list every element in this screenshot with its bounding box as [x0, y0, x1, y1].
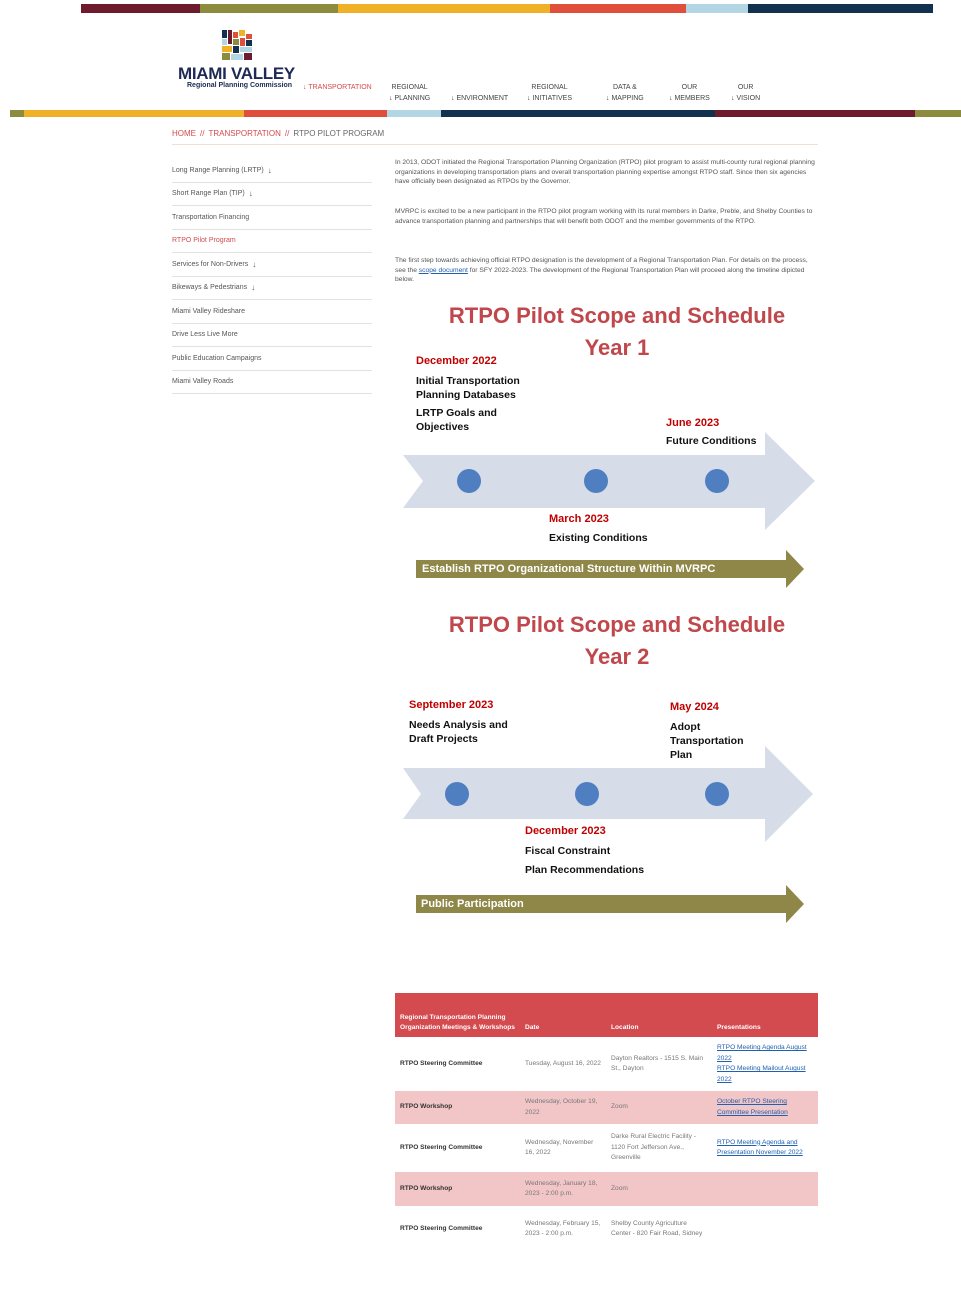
breadcrumb-separator: // [284, 129, 290, 138]
year1-milestone2-date: March 2023 [549, 513, 609, 525]
sidebar-item-lrtp[interactable]: Long Range Planning (LRTP) ↓ [172, 159, 372, 183]
year1-banner-text: Establish RTPO Organizational Structure … [422, 563, 716, 575]
row-date: Wednesday, October 19, 2022 [520, 1091, 606, 1124]
nav-regional-initiatives[interactable]: REGIONAL ↓ INITIATIVES [527, 82, 572, 104]
row-location: Darke Rural Electric Facility - 1120 For… [611, 1133, 697, 1162]
table-header-row: Regional Transportation Planning Organiz… [395, 993, 818, 1037]
row-name: RTPO Workshop [395, 1091, 520, 1124]
year2-milestone2-text2: Plan Recommendations [525, 864, 645, 876]
header-color-bar [10, 110, 961, 117]
presentation-link[interactable]: RTPO Meeting Mailout August 2022 [717, 1064, 813, 1085]
sidebar-item-non-drivers[interactable]: Services for Non-Drivers ↓ [172, 253, 372, 277]
year2-milestone3-date: May 2024 [670, 701, 719, 713]
row-date: Wednesday, February 15, 2023 - 2:00 p.m. [525, 1219, 601, 1238]
row-date: Tuesday, August 16, 2022 [525, 1059, 601, 1067]
breadcrumb-transportation[interactable]: TRANSPORTATION [208, 129, 280, 138]
expand-arrow-icon[interactable]: ↓ [249, 189, 253, 198]
year2-timeline-arrow [403, 746, 813, 842]
timeline-dot [445, 782, 469, 806]
timeline-dot [705, 469, 729, 493]
row-name: RTPO Steering Committee [400, 1143, 483, 1151]
year2-milestone2-text: Fiscal Constraint [525, 845, 611, 857]
year1-milestone2-text: Existing Conditions [549, 532, 648, 544]
nav-data-mapping[interactable]: DATA & ↓ MAPPING [606, 82, 644, 104]
header-location: Location [606, 993, 712, 1037]
timeline-dot [457, 469, 481, 493]
year1-milestone1-date: December 2022 [416, 355, 497, 367]
year2-milestone2-date: December 2023 [525, 825, 606, 837]
sidebar-item-drive-less[interactable]: Drive Less Live More [172, 324, 372, 347]
breadcrumb-current: RTPO PILOT PROGRAM [293, 129, 385, 138]
table-row: RTPO Steering Committee Tuesday, August … [395, 1037, 818, 1091]
nav-transportation[interactable]: ↓ TRANSPORTATION [303, 82, 372, 93]
table-row: RTPO Workshop Wednesday, January 18, 202… [395, 1172, 818, 1206]
year1-timeline-arrow [403, 432, 815, 530]
presentation-link[interactable]: October RTPO Steering Committee Presenta… [717, 1097, 813, 1118]
sidebar-item-rideshare[interactable]: Miami Valley Rideshare [172, 300, 372, 324]
row-date: Wednesday, November 16, 2022 [525, 1138, 594, 1157]
row-presentations: RTPO Meeting Agenda and Presentation Nov… [712, 1124, 818, 1172]
nav-our-members[interactable]: OUR ↓ MEMBERS [669, 82, 710, 104]
timeline-dot [584, 469, 608, 493]
row-location: Zoom [606, 1091, 712, 1124]
expand-arrow-icon[interactable]: ↓ [268, 166, 272, 175]
year2-milestone1-date: September 2023 [409, 699, 494, 711]
presentation-link[interactable]: RTPO Meeting Agenda and Presentation Nov… [717, 1138, 813, 1159]
header-date: Date [520, 993, 606, 1037]
nav-environment[interactable]: ↓ ENVIRONMENT [451, 82, 508, 104]
first-step-paragraph: The first step towards achieving officia… [395, 257, 808, 283]
sidebar-nav: Long Range Planning (LRTP) ↓ Short Range … [172, 159, 372, 394]
row-name: RTPO Workshop [395, 1172, 520, 1206]
row-presentations [712, 1206, 818, 1252]
table-row: RTPO Steering Committee Wednesday, Febru… [395, 1206, 818, 1252]
timeline-dot [575, 782, 599, 806]
year1-milestone1-text: Initial Transportation Planning Database… [416, 375, 520, 401]
row-presentations: October RTPO Steering Committee Presenta… [712, 1091, 818, 1124]
year1-milestone3-date: June 2023 [666, 417, 720, 429]
sidebar-item-transportation-financing[interactable]: Transportation Financing [172, 206, 372, 230]
sidebar-item-public-education[interactable]: Public Education Campaigns [172, 347, 372, 371]
year2-banner-text: Public Participation [421, 898, 524, 910]
presentation-link[interactable]: RTPO Meeting Agenda August 2022 [717, 1043, 813, 1064]
row-presentations [712, 1172, 818, 1206]
scope-document-link[interactable]: scope document [419, 267, 468, 274]
expand-arrow-icon[interactable]: ↓ [251, 283, 255, 292]
header-meetings: Regional Transportation Planning Organiz… [395, 993, 520, 1037]
sidebar-item-rtpo-pilot[interactable]: RTPO Pilot Program [172, 230, 372, 253]
meetings-table: Regional Transportation Planning Organiz… [395, 993, 818, 1252]
year2-milestone1-text: Needs Analysis and Draft Projects [409, 719, 508, 745]
header-presentations: Presentations [712, 993, 818, 1037]
breadcrumb-divider [172, 144, 818, 145]
breadcrumb-separator: // [200, 129, 205, 138]
row-date: Wednesday, January 18, 2023 - 2:00 p.m. [520, 1172, 606, 1206]
year1-milestone1-text2: LRTP Goals and Objectives [416, 407, 497, 433]
sidebar-item-bikeways[interactable]: Bikeways & Pedestrians ↓ [172, 277, 372, 300]
sidebar-item-tip[interactable]: Short Range Plan (TIP) ↓ [172, 183, 372, 206]
logo-mark-icon[interactable] [222, 30, 252, 60]
table-row: RTPO Workshop Wednesday, October 19, 202… [395, 1091, 818, 1124]
intro-paragraph: In 2013, ODOT initiated the Regional Tra… [395, 159, 815, 185]
nav-our-vision[interactable]: OUR ↓ VISION [731, 82, 760, 104]
row-location: Zoom [606, 1172, 712, 1206]
timeline-dot [705, 782, 729, 806]
row-location: Shelby County Agriculture Center - 820 F… [611, 1219, 703, 1238]
nav-regional-planning[interactable]: REGIONAL ↓ PLANNING [389, 82, 430, 104]
breadcrumb-home[interactable]: HOME [172, 129, 196, 138]
row-presentations: RTPO Meeting Agenda August 2022 RTPO Mee… [712, 1037, 818, 1091]
year2-title: RTPO Pilot Scope and Schedule Year 2 [448, 612, 786, 669]
expand-arrow-icon[interactable]: ↓ [252, 260, 256, 269]
logo-subtitle: Regional Planning Commission [187, 82, 293, 89]
row-name: RTPO Steering Committee [400, 1059, 483, 1067]
top-color-bar [81, 4, 933, 13]
breadcrumb: HOME//TRANSPORTATION//RTPO PILOT PROGRAM [172, 129, 384, 138]
sidebar-item-miami-valley-roads[interactable]: Miami Valley Roads [172, 371, 372, 394]
row-name: RTPO Steering Committee [400, 1224, 483, 1232]
table-row: RTPO Steering Committee Wednesday, Novem… [395, 1124, 818, 1172]
logo-name[interactable]: MIAMI VALLEY [178, 64, 295, 84]
participant-paragraph: MVRPC is excited to be a new participant… [395, 208, 813, 225]
row-location: Dayton Realtors - 1515 S. Main St., Dayt… [611, 1054, 703, 1073]
